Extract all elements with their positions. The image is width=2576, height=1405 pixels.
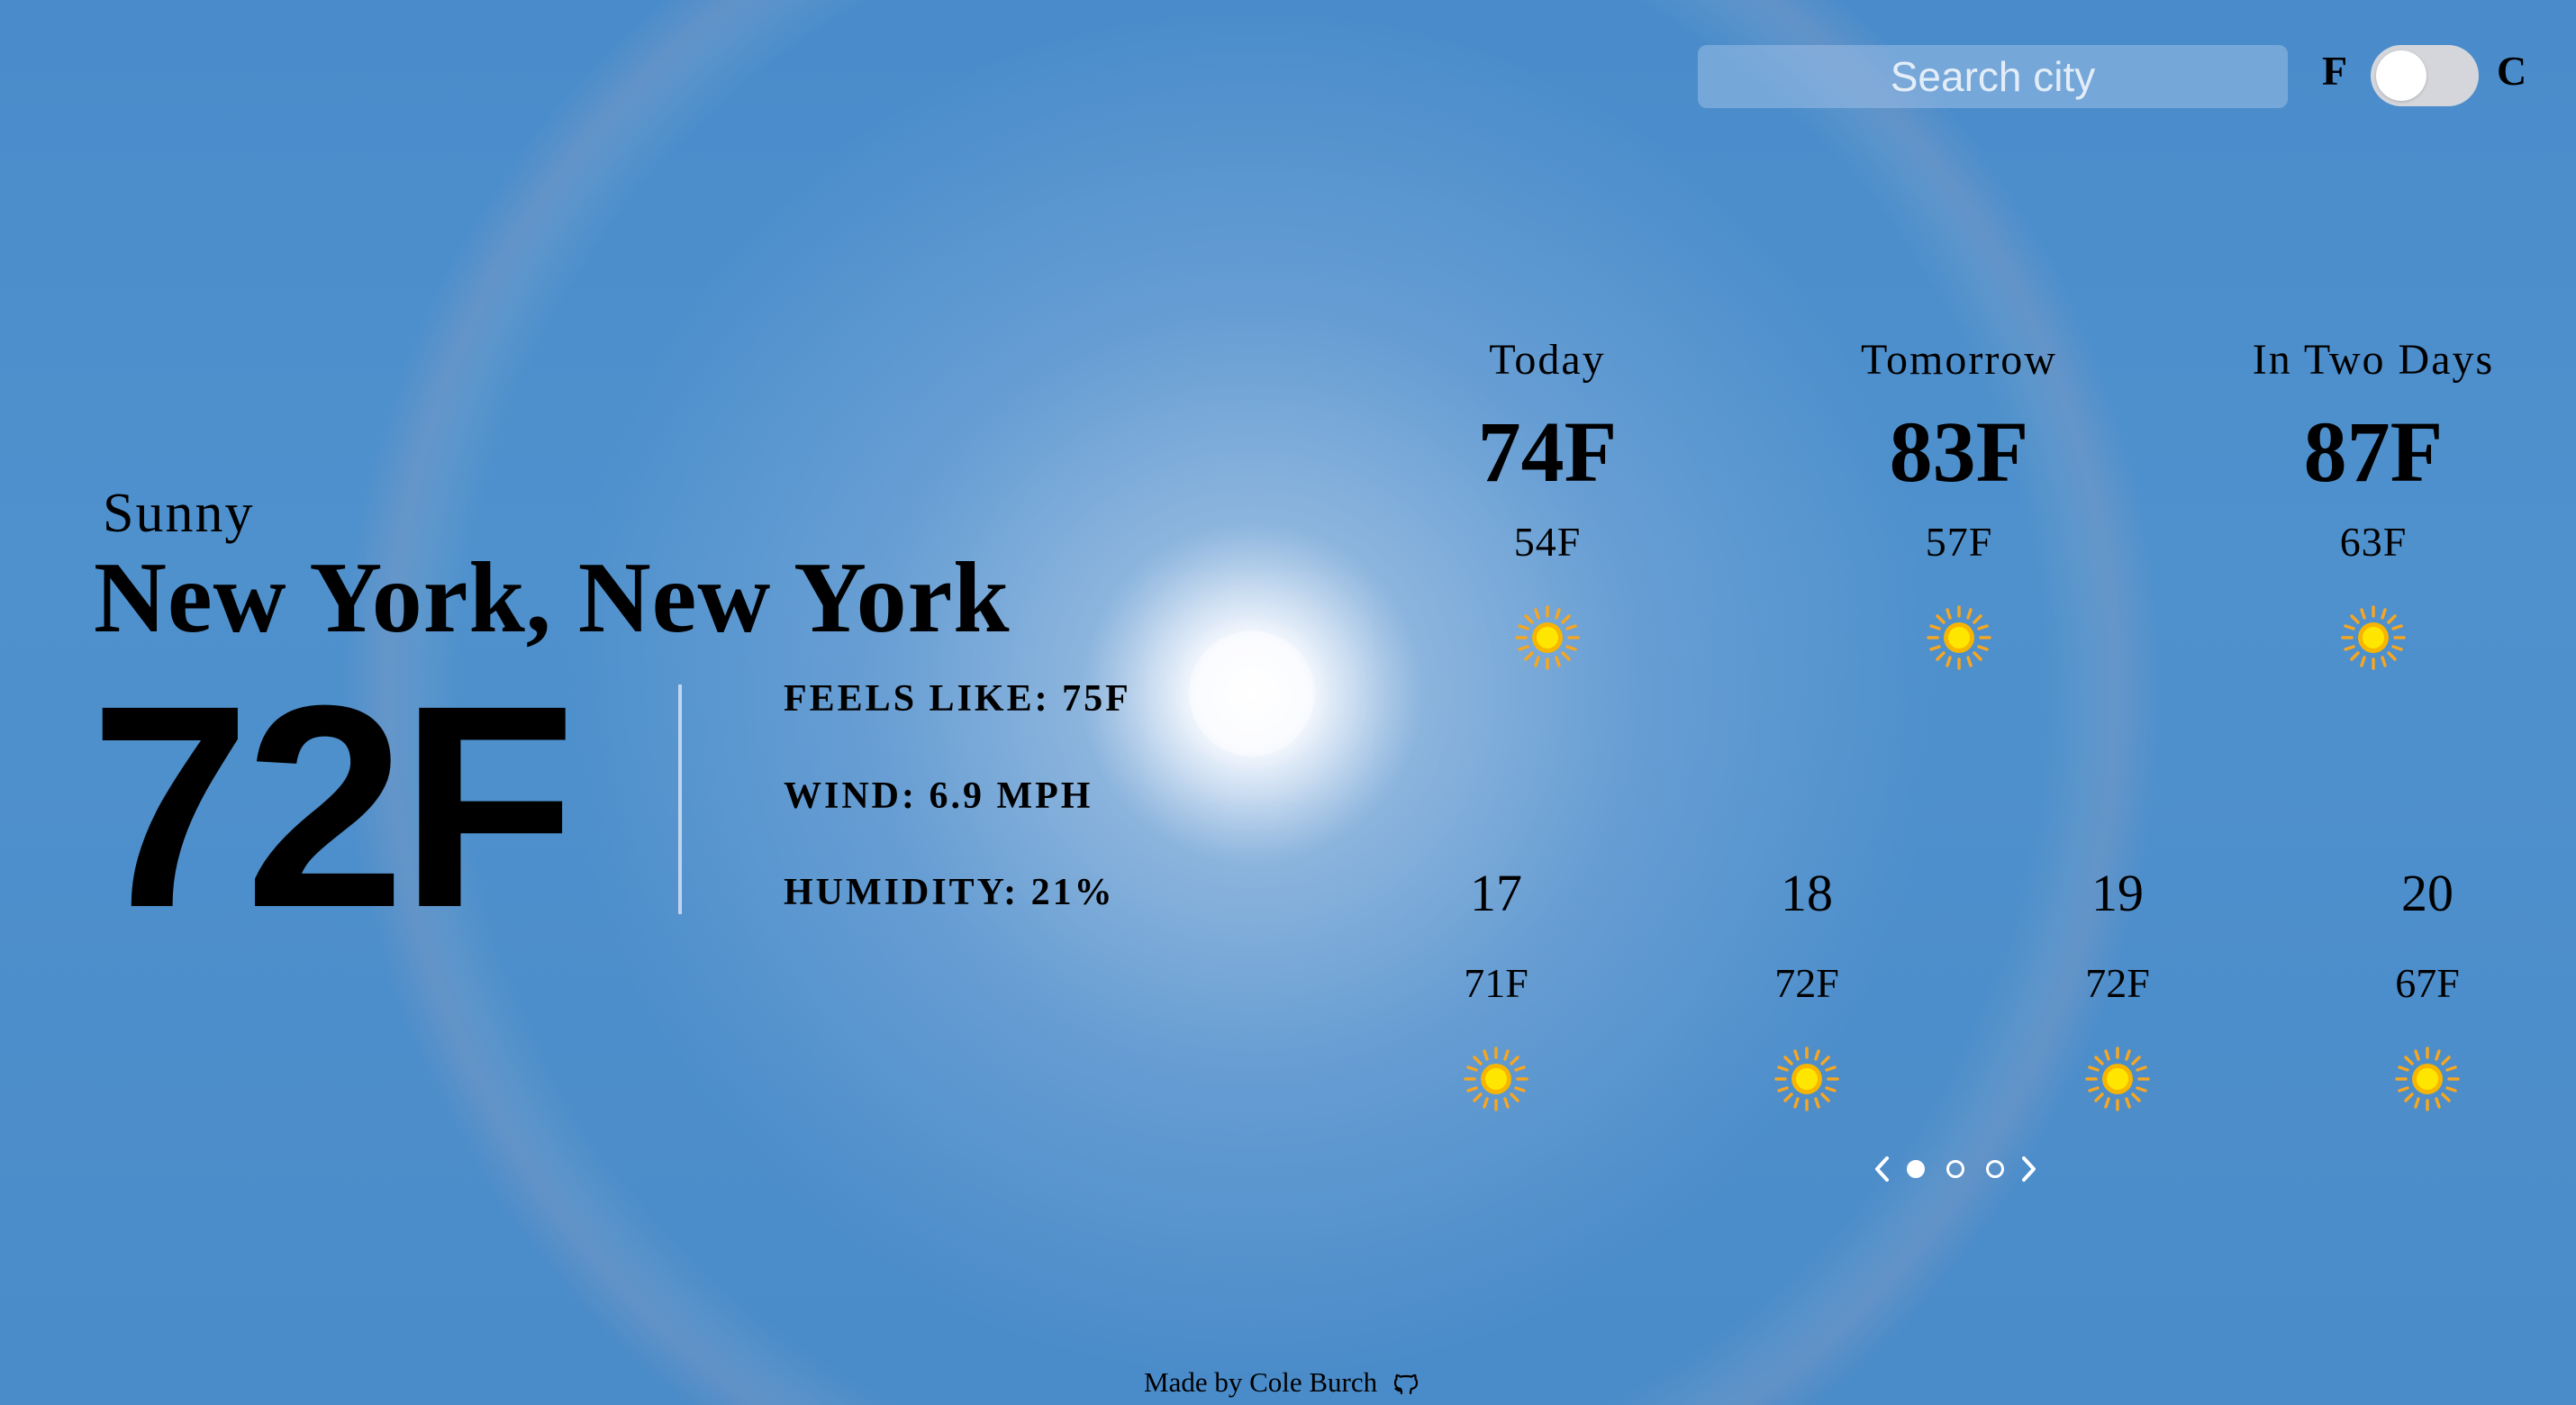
unit-toggle-knob[interactable] (2376, 50, 2426, 101)
current-temperature: 72F (90, 645, 576, 967)
chevron-left-icon[interactable] (1869, 1151, 1896, 1187)
forecast-low: 54F (1513, 519, 1582, 565)
chevron-right-icon[interactable] (2015, 1151, 2042, 1187)
forecast-high: 74F (1477, 403, 1618, 500)
search-input[interactable] (1698, 45, 2288, 108)
sun-icon (1773, 1045, 1841, 1113)
hourly-temp: 71F (1464, 960, 1528, 1006)
forecast-day-today: Today 74F 54F (1385, 333, 1710, 672)
hourly-pagination (1869, 1151, 2042, 1187)
forecast-day-tomorrow: Tomorrow 83F 57F (1797, 333, 2121, 672)
forecast-high: 83F (1889, 403, 2029, 500)
sun-glare-background (1189, 630, 1315, 757)
sun-icon (2393, 1045, 2462, 1113)
pagination-dot-3[interactable] (1986, 1160, 2004, 1178)
sun-icon (1513, 603, 1582, 672)
hourly-item: 19 72F (2027, 865, 2208, 1113)
sun-icon (2339, 603, 2408, 672)
hourly-hour-label: 18 (1781, 864, 1833, 922)
wind-speed: WIND: 6.9 MPH (784, 775, 1093, 817)
hourly-temp: 72F (2085, 960, 2150, 1006)
forecast-low: 63F (2339, 519, 2408, 565)
unit-celsius-label: C (2497, 48, 2527, 94)
forecast-low: 57F (1925, 519, 1993, 565)
forecast-day-label: Tomorrow (1861, 336, 2057, 384)
footer: Made by Cole Burch (1144, 1366, 1422, 1399)
pagination-dot-2[interactable] (1946, 1160, 1964, 1178)
current-condition: Sunny (103, 483, 255, 544)
pagination-dot-1[interactable] (1907, 1160, 1925, 1178)
feels-like: FEELS LIKE: 75F (784, 678, 1131, 720)
hourly-item: 20 67F (2337, 865, 2517, 1113)
hourly-item: 17 71F (1406, 865, 1586, 1113)
forecast-high: 87F (2303, 403, 2444, 500)
forecast-day-label: In Two Days (2252, 336, 2495, 384)
sun-icon (2083, 1045, 2152, 1113)
footer-credit: Made by Cole Burch (1144, 1366, 1378, 1398)
city-name: New York, New York (94, 542, 1011, 654)
sun-icon (1925, 603, 1993, 672)
forecast-day-label: Today (1489, 336, 1606, 384)
hourly-item: 18 72F (1717, 865, 1897, 1113)
unit-toggle[interactable] (2371, 45, 2479, 106)
hourly-temp: 67F (2395, 960, 2460, 1006)
forecast-day-in-two-days: In Two Days 87F 63F (2211, 333, 2535, 672)
hourly-hour-label: 20 (2401, 864, 2454, 922)
hourly-temp: 72F (1774, 960, 1839, 1006)
hourly-hour-label: 19 (2091, 864, 2144, 922)
hourly-hour-label: 17 (1470, 864, 1522, 922)
humidity: HUMIDITY: 21% (784, 872, 1115, 913)
sun-icon (1462, 1045, 1530, 1113)
github-icon[interactable] (1390, 1366, 1422, 1399)
divider (678, 684, 682, 914)
unit-fahrenheit-label: F (2322, 48, 2348, 94)
